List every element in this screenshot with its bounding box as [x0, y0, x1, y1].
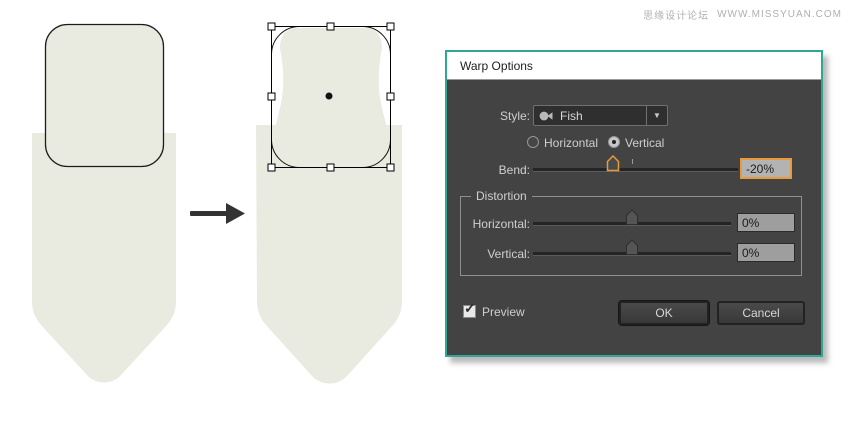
transform-arrow-icon — [190, 203, 245, 224]
selection-handle[interactable] — [387, 93, 394, 100]
horizontal-radio-label[interactable]: Horizontal — [544, 136, 598, 150]
distortion-horizontal-label: Horizontal: — [447, 217, 530, 231]
selection-handle[interactable] — [387, 164, 394, 171]
selection-handle[interactable] — [327, 164, 334, 171]
distortion-horizontal-handle[interactable] — [625, 209, 639, 229]
selection-handle[interactable] — [268, 164, 275, 171]
cancel-button[interactable]: Cancel — [717, 301, 805, 325]
checkmark-icon: ✓ — [464, 301, 476, 315]
distortion-horizontal-value-field[interactable] — [737, 213, 795, 232]
dialog-title: Warp Options — [460, 59, 533, 73]
preview-checkbox[interactable]: ✓ — [463, 305, 476, 318]
bend-slider-track[interactable] — [533, 168, 738, 171]
artwork-cap-left[interactable] — [46, 25, 164, 167]
distortion-vertical-handle[interactable] — [625, 239, 639, 259]
selection-handle[interactable] — [268, 23, 275, 30]
fish-style-icon — [539, 110, 554, 122]
watermark: 思缘设计论坛 WWW.MISSYUAN.COM — [643, 7, 842, 22]
bend-slider-tick — [632, 159, 633, 164]
style-dropdown-value: Fish — [560, 109, 583, 123]
ok-button[interactable]: OK — [619, 301, 709, 325]
distortion-group-label: Distortion — [471, 189, 532, 203]
watermark-site-url: WWW.MISSYUAN.COM — [717, 9, 842, 20]
warp-options-dialog: Warp Options Style: Fish ▼ Horizontal Ve… — [445, 50, 823, 357]
selection-center-point[interactable] — [326, 93, 333, 100]
distortion-vertical-value-field[interactable] — [737, 243, 795, 262]
watermark-site-name: 思缘设计论坛 — [643, 7, 709, 22]
vertical-radio-label[interactable]: Vertical — [625, 136, 664, 150]
bend-slider-handle[interactable] — [606, 155, 620, 175]
horizontal-radio[interactable] — [527, 136, 539, 148]
vertical-radio[interactable] — [608, 136, 620, 148]
selection-handle[interactable] — [268, 93, 275, 100]
artwork-body-left[interactable] — [32, 133, 176, 383]
bend-value-field[interactable] — [740, 158, 792, 179]
selection-handle[interactable] — [327, 23, 334, 30]
chevron-down-icon[interactable]: ▼ — [646, 106, 667, 125]
style-label: Style: — [447, 109, 530, 123]
distortion-vertical-label: Vertical: — [447, 247, 530, 261]
selection-handle[interactable] — [387, 23, 394, 30]
dialog-titlebar[interactable]: Warp Options — [447, 52, 821, 80]
preview-label[interactable]: Preview — [482, 305, 525, 319]
bend-label: Bend: — [447, 163, 530, 177]
style-dropdown[interactable]: Fish ▼ — [533, 105, 668, 126]
distortion-group: Distortion — [460, 196, 802, 276]
